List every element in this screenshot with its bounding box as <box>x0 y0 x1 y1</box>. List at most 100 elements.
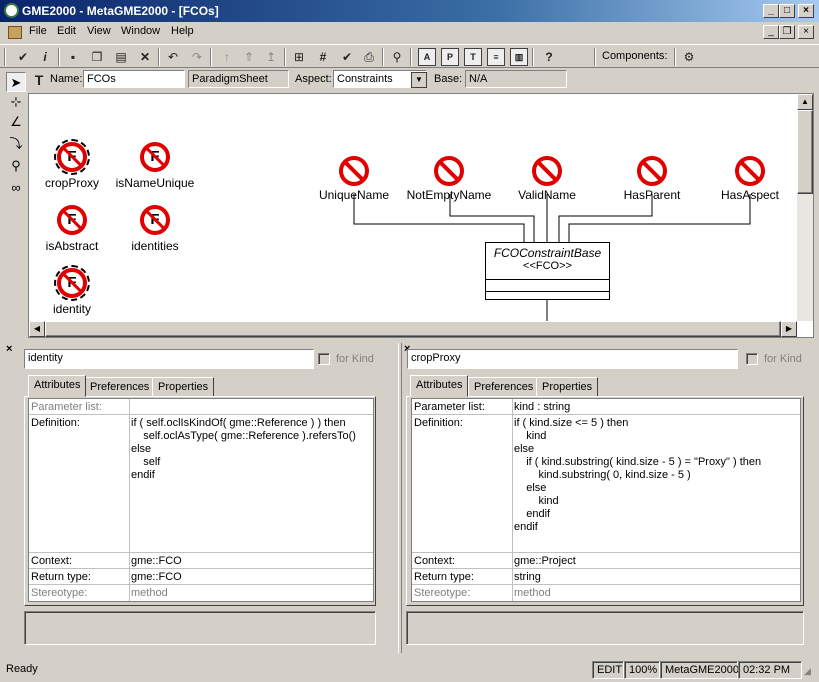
text-icon: T <box>34 72 44 88</box>
panel-close-icon[interactable]: × <box>6 343 12 355</box>
context-value[interactable]: gme::FCO <box>131 555 182 568</box>
panel-description-box <box>24 611 376 645</box>
tab-preferences[interactable]: Preferences <box>468 377 540 397</box>
save-icon[interactable]: ▪ <box>64 48 82 66</box>
resize-grip-icon[interactable]: ◢ <box>804 666 811 677</box>
constraint-hasparent[interactable]: HasParent <box>612 156 692 202</box>
info-icon[interactable]: i <box>36 48 54 66</box>
minimize-button[interactable]: _ <box>763 4 779 18</box>
pointer-icon[interactable]: ➤ <box>6 72 26 92</box>
panel-name-input[interactable]: identity <box>24 349 314 369</box>
scroll-left-button[interactable]: ◀ <box>29 321 45 337</box>
menu-edit[interactable]: Edit <box>57 25 76 37</box>
connect-icon[interactable]: ⊞ <box>290 48 308 66</box>
disconnect-icon[interactable]: ⤵ <box>6 134 26 154</box>
param-key: Parameter list: <box>414 401 485 413</box>
gear-icon[interactable]: ⚙ <box>680 48 698 66</box>
context-value[interactable]: gme::Project <box>514 555 576 568</box>
status-time: 02:32 PM <box>738 661 802 679</box>
fco-identities[interactable]: F identities <box>124 205 186 253</box>
view-list-icon[interactable]: ≡ <box>487 48 505 66</box>
delete-icon[interactable]: ✕ <box>136 48 154 66</box>
definition-key: Definition: <box>414 417 463 429</box>
up-parent-icon[interactable]: ↥ <box>262 48 280 66</box>
mdi-close-button[interactable]: × <box>798 25 814 39</box>
stereotype-value: method <box>514 587 551 599</box>
search-icon[interactable]: ⚲ <box>388 48 406 66</box>
return-type-key: Return type: <box>414 571 474 583</box>
constraint-label: ValidName <box>518 188 576 202</box>
status-mode: EDIT <box>592 661 624 679</box>
menu-view[interactable]: View <box>87 25 111 37</box>
tab-properties[interactable]: Properties <box>152 377 215 397</box>
scroll-right-button[interactable]: ▶ <box>781 321 797 337</box>
tab-properties[interactable]: Properties <box>536 377 599 397</box>
redo-icon[interactable]: ↷ <box>188 48 206 66</box>
constraint-notemptyname[interactable]: NotEmptyName <box>399 156 499 202</box>
model-canvas[interactable]: F cropProxy F isNameUnique F isAbstract … <box>28 93 814 338</box>
status-zoom: 100% <box>624 661 660 679</box>
maximize-button[interactable]: □ <box>779 4 795 18</box>
undo-icon[interactable]: ↶ <box>164 48 182 66</box>
for-kind-checkbox[interactable] <box>746 353 758 365</box>
scroll-thumb[interactable] <box>797 110 813 194</box>
view-p-icon[interactable]: P <box>441 48 459 66</box>
zoom-connect-icon[interactable]: ⊹ <box>6 92 26 112</box>
menu-file[interactable]: File <box>29 25 47 37</box>
menu-window[interactable]: Window <box>121 25 160 37</box>
copy-icon[interactable]: ❐ <box>88 48 106 66</box>
attribute-table: Parameter list: Definition: if ( self.oc… <box>28 398 374 602</box>
fco-isnameunique[interactable]: F isNameUnique <box>109 142 201 190</box>
constraint-label: NotEmptyName <box>406 188 492 202</box>
paste-icon[interactable]: ▤ <box>112 48 130 66</box>
help-icon[interactable]: ? <box>540 48 558 66</box>
link-icon[interactable]: ∞ <box>6 178 26 198</box>
constraint-validname[interactable]: ValidName <box>507 156 587 202</box>
canvas-vscrollbar[interactable]: ▲ <box>797 94 813 321</box>
status-paradigm: MetaGME2000 <box>660 661 739 679</box>
fco-cropproxy[interactable]: F cropProxy <box>41 139 103 190</box>
title-bar: GME2000 - MetaGME2000 - [FCOs] _ □ × <box>0 0 819 22</box>
up-arrow-icon[interactable]: ↑ <box>218 48 236 66</box>
stereotype-key: Stereotype: <box>414 587 471 599</box>
mdi-restore-button[interactable]: ❐ <box>779 25 795 39</box>
check-icon[interactable]: ✔ <box>14 48 32 66</box>
scroll-thumb-h[interactable] <box>45 321 781 337</box>
constraint-hasaspect[interactable]: HasAspect <box>710 156 790 202</box>
validate-icon[interactable]: ✔ <box>338 48 356 66</box>
canvas-hscrollbar[interactable]: ◀ ▶ <box>29 321 797 337</box>
return-type-value[interactable]: gme::FCO <box>131 571 182 584</box>
scroll-up-button[interactable]: ▲ <box>797 94 813 110</box>
view-split-icon[interactable]: ▥ <box>510 48 528 66</box>
chevron-down-icon[interactable]: ▼ <box>411 72 427 88</box>
param-value[interactable]: kind : string <box>514 401 570 414</box>
mdi-minimize-button[interactable]: _ <box>763 25 779 39</box>
view-a-icon[interactable]: A <box>418 48 436 66</box>
definition-value[interactable]: if ( kind.size <= 5 ) then kind else if … <box>514 417 761 534</box>
print-icon[interactable]: ⎙ <box>360 48 378 66</box>
connect-tool-icon[interactable]: ∠ <box>6 112 26 132</box>
magnifier-icon[interactable]: ⚲ <box>6 156 26 176</box>
tab-attributes[interactable]: Attributes <box>410 375 469 397</box>
stereotype-value: method <box>131 587 168 599</box>
close-button[interactable]: × <box>798 4 814 18</box>
constraint-uniquename[interactable]: UniqueName <box>309 156 399 202</box>
no-entry-f-icon: F <box>140 205 170 235</box>
menu-bar: File Edit View Window Help _ ❐ × <box>0 22 819 42</box>
definition-value[interactable]: if ( self.oclIsKindOf( gme::Reference ) … <box>131 417 356 482</box>
panel-name-input[interactable]: cropProxy <box>407 349 738 369</box>
return-type-value[interactable]: string <box>514 571 541 584</box>
menu-help[interactable]: Help <box>171 25 194 37</box>
for-kind-checkbox[interactable] <box>318 353 330 365</box>
tab-attributes[interactable]: Attributes <box>28 375 87 397</box>
fco-identity[interactable]: F identity <box>41 265 103 316</box>
tool-palette: ➤ ⊹ ∠ ⤵ ⚲ ∞ <box>4 70 28 340</box>
grid-icon[interactable]: # <box>314 48 332 66</box>
no-entry-icon <box>339 156 369 186</box>
tab-preferences[interactable]: Preferences <box>84 377 156 397</box>
fco-isabstract[interactable]: F isAbstract <box>41 205 103 253</box>
fco-constraint-base-box[interactable]: FCOConstraintBase <<FCO>> <box>485 242 610 300</box>
view-t-icon[interactable]: T <box>464 48 482 66</box>
name-input[interactable]: FCOs <box>83 70 185 88</box>
up-level-icon[interactable]: ⇑ <box>240 48 258 66</box>
